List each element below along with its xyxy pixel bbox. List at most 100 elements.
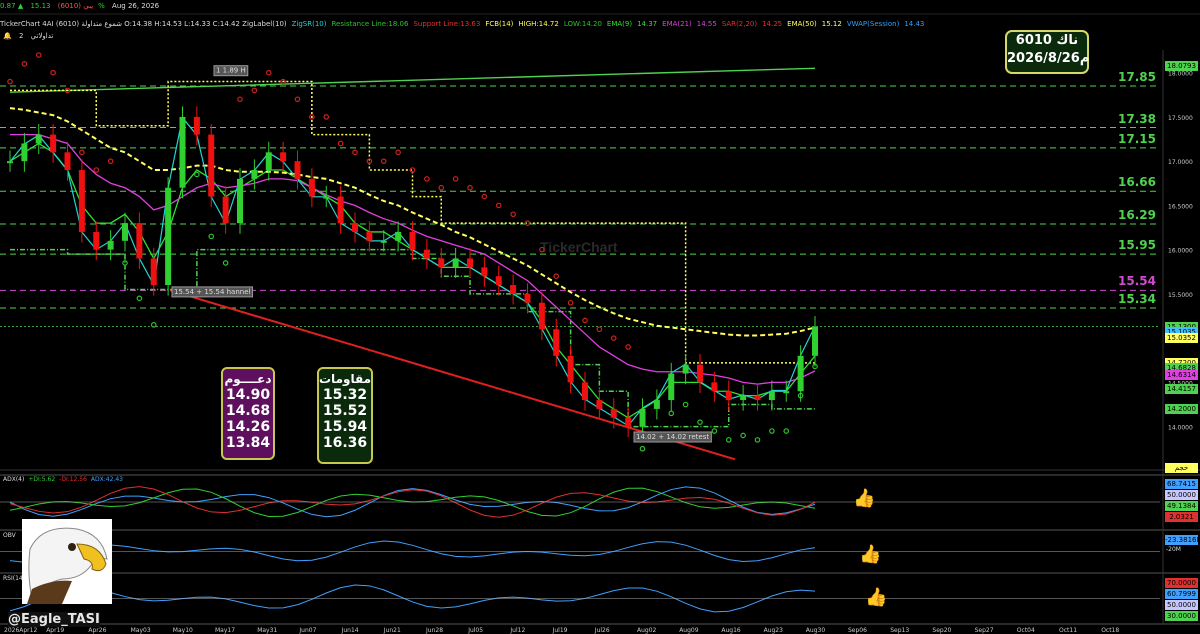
level-label: 16.29 (1118, 207, 1156, 222)
candle-body (208, 134, 215, 197)
indicator-legend-item: VWAP(Session) (846, 20, 900, 28)
indicator-legend-item: FCB(14) (485, 20, 514, 28)
candle-body (510, 285, 517, 294)
candle-body (50, 134, 57, 153)
candle-body (639, 408, 646, 427)
price-axis-label: 18.0000 (1168, 71, 1193, 78)
date-axis-label: Aug02 (637, 627, 657, 634)
candle-body (438, 258, 445, 268)
sar-dot (50, 69, 56, 76)
candle-body (93, 231, 100, 250)
candle-body (395, 231, 402, 241)
candle-body (323, 196, 330, 199)
resistance-value: 15.94 (322, 419, 368, 435)
sar-dot (754, 437, 761, 443)
candle-body (812, 326, 818, 356)
candle-body (625, 417, 632, 427)
date-axis-label: Sep06 (848, 627, 867, 634)
ticker-box-line1: ناك 6010 (1015, 33, 1079, 48)
vwap-line (9, 116, 816, 427)
indicator-legend-item: EMA(50) (787, 20, 817, 28)
indicator-legend-item: Support Line:13.63 (413, 20, 481, 28)
panel-value-tag: -23.3816M (1165, 535, 1200, 545)
date-axis-label: Oct11 (1059, 627, 1078, 634)
sar-dot (567, 299, 574, 306)
sar-dot (438, 184, 445, 191)
candle-body (308, 178, 315, 197)
thumbs-up-icon: 👍 (859, 544, 882, 565)
thumbs-up-icon: 👍 (865, 587, 888, 608)
date-axis-label: Oct04 (1016, 627, 1035, 634)
date-axis-label: Sep13 (890, 627, 910, 634)
date-axis-label: Sep27 (974, 627, 994, 634)
sar-dot (740, 432, 746, 439)
candle-body (711, 382, 718, 392)
sar-dot (610, 335, 617, 341)
sar-dot (265, 69, 272, 76)
sar-dot (711, 428, 718, 434)
candle-body (7, 161, 13, 164)
price-axis-label: 16.5000 (1168, 203, 1193, 210)
date-axis-label: May31 (257, 627, 278, 634)
candle-body (697, 364, 703, 383)
indicator-legend-item: Resistance Line:18.06 (331, 20, 409, 28)
volume-label: حجم (1165, 463, 1198, 473)
tab-label[interactable]: تداولاتي (31, 32, 54, 40)
alerts-bar: 🔔 2 تداولاتي (3, 32, 58, 40)
panel-value-tag: 70.0000 (1165, 578, 1198, 588)
sar-dot (7, 78, 13, 85)
indicator-legend-item: EMA(21) (662, 20, 692, 28)
sar-dot (553, 273, 560, 279)
sar-dot (122, 260, 128, 266)
level-label: 17.38 (1118, 111, 1156, 126)
sar-dot (251, 87, 258, 94)
candle-body (495, 276, 502, 286)
header-line2: TickerChart 4AI (6010) شموع متداولة O:14… (0, 20, 934, 28)
indicator-legend-item: 14.43 (904, 20, 925, 28)
sar-dot (510, 211, 516, 218)
candle-body (423, 249, 430, 259)
zig-label: 1 1.89 H (216, 67, 246, 75)
candle-body (582, 382, 588, 401)
candle-body (452, 258, 459, 268)
candle-body (797, 355, 804, 392)
date-axis-label: Aug16 (721, 627, 741, 634)
price-tag: 15.0352 (1165, 333, 1198, 344)
candle-body (768, 391, 775, 401)
bell-icon[interactable]: 🔔 (3, 32, 12, 40)
stock-chart: TickerChart 1 1.89 H 15.54 + 15.54 hannel 1… (0, 13, 1200, 625)
date-axis-label: Jun28 (426, 627, 444, 634)
support-value: 14.90 (225, 387, 271, 403)
candle-body (21, 143, 28, 162)
candle-body (35, 134, 42, 144)
sar-dot (93, 167, 100, 173)
date-axis-label: Sep20 (932, 627, 952, 634)
sar-dot (222, 260, 229, 266)
sar-dot (725, 437, 732, 443)
candle-body (524, 293, 531, 303)
zig-label: 14.02 + 14.02 retest (636, 433, 709, 441)
panel-legend-item: ADX:42.43 (90, 476, 123, 483)
date-axis-label: Jul12 (510, 627, 526, 634)
candle-body (567, 355, 574, 383)
date-axis-label: Apr19 (46, 627, 65, 634)
level-label: 16.66 (1118, 175, 1156, 190)
candle-body (222, 196, 229, 224)
symbol: يبي (6010) (57, 2, 94, 10)
sar-dot (467, 184, 473, 191)
sar-dot (668, 410, 675, 417)
indicator-legend-item: 15.12 (821, 20, 842, 28)
candle-body (337, 196, 344, 224)
indicator-legend-item: 14.25 (762, 20, 783, 28)
candle-body (237, 178, 243, 224)
date-axis-label: Jul19 (552, 627, 568, 634)
sar-dot (697, 419, 703, 425)
sar-dot (481, 193, 488, 200)
candle-body (352, 223, 358, 232)
indicator-legend-item: EMA(9) (606, 20, 633, 28)
candle-body (610, 408, 617, 418)
candle-body (740, 395, 747, 401)
indicator-curve (9, 487, 816, 517)
resistance-value: 15.32 (322, 387, 368, 403)
date-axis-label: May10 (172, 627, 193, 634)
